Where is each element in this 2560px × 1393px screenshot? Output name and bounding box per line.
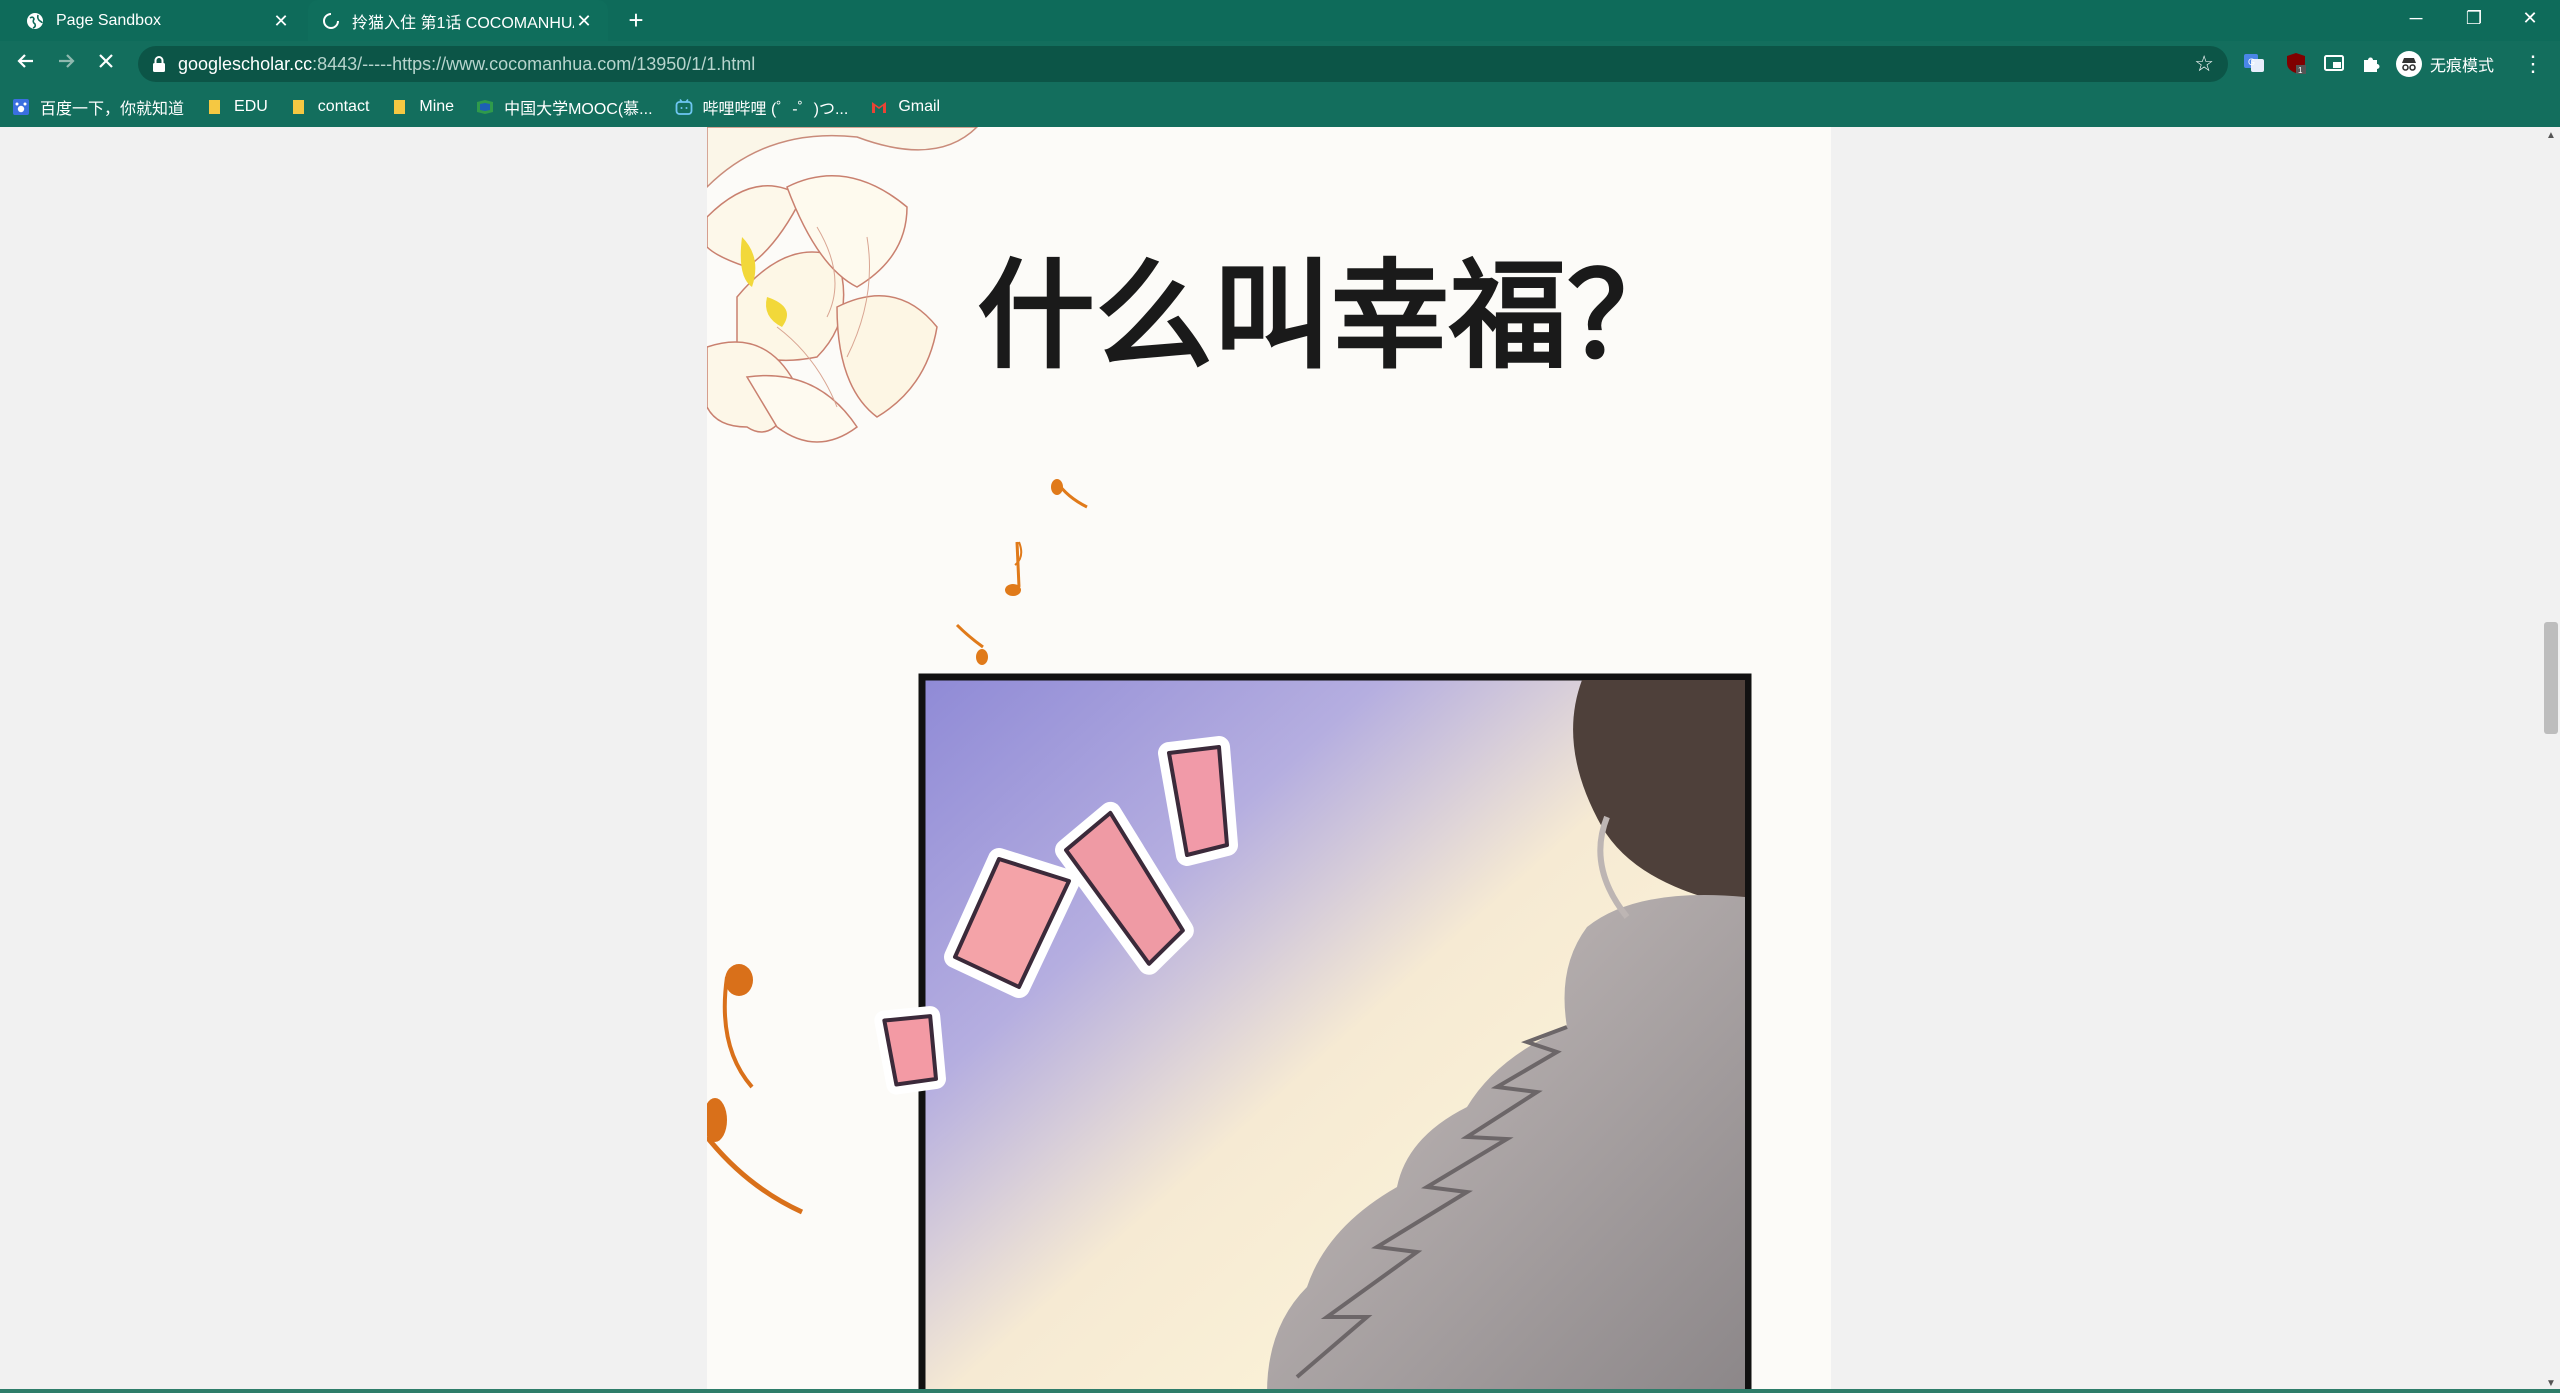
scroll-down-arrow-icon[interactable]: ▼ [2546, 1379, 2556, 1389]
bookmark-mine[interactable]: Mine [391, 98, 454, 116]
bookmark-bilibili[interactable]: 哔哩哔哩 (゜-゜)つ... [675, 95, 849, 119]
back-arrow-icon [17, 54, 33, 68]
comic-caption: 什么叫幸福？ [977, 247, 1685, 385]
folder-icon [292, 100, 304, 114]
translate-extension-icon[interactable]: G [2242, 51, 2266, 75]
browser-menu-button[interactable]: ⋮ [2522, 51, 2544, 77]
tab-title: Page Sandbox [56, 11, 161, 29]
folder-icon [209, 100, 221, 114]
svg-text:1: 1 [2298, 66, 2303, 75]
back-button[interactable] [12, 50, 40, 78]
close-tab-icon[interactable]: ✕ [574, 11, 594, 31]
bookmark-label: EDU [234, 98, 268, 115]
extensions-puzzle-icon[interactable] [2360, 51, 2384, 75]
toolbar: googlescholar.cc:8443/-----https://www.c… [0, 41, 2560, 87]
gmail-icon [872, 102, 887, 113]
bookmark-label: Mine [419, 98, 455, 115]
new-tab-button[interactable]: + [622, 6, 650, 34]
comic-page-image: 什么叫幸福？ [703, 127, 1752, 1393]
close-window-button[interactable]: ✕ [2502, 0, 2558, 41]
globe-icon [27, 12, 43, 29]
forward-button[interactable] [52, 50, 80, 78]
bookmark-mooc[interactable]: 中国大学MOOC(慕... [476, 95, 653, 119]
bookmark-label: Gmail [898, 98, 941, 115]
url-path: :8443/-----https://www.cocomanhua.com/13… [312, 54, 756, 74]
bookmark-label: contact [317, 98, 370, 115]
folder-icon [394, 100, 406, 114]
svg-text:G: G [2248, 57, 2255, 67]
incognito-icon [2396, 51, 2422, 77]
loading-spinner-icon [323, 12, 339, 29]
bookmark-label: 百度一下，你就知道 [40, 101, 185, 118]
scroll-up-arrow-icon[interactable]: ▲ [2546, 131, 2556, 141]
url-host: googlescholar.cc [178, 54, 313, 74]
media-router-icon[interactable] [2322, 51, 2346, 75]
url-text: googlescholar.cc:8443/-----https://www.c… [178, 46, 755, 82]
bookmark-baidu[interactable]: 百度一下，你就知道 [12, 95, 184, 119]
incognito-profile-button[interactable]: 无痕模式 [2396, 47, 2494, 81]
tab-title: 拎猫入住 第1话 COCOMANHUA [352, 14, 574, 32]
bookmark-star-icon[interactable]: ☆ [2194, 52, 2214, 76]
bookmark-label: 中国大学MOOC(慕... [504, 101, 653, 118]
minimize-button[interactable]: ─ [2388, 0, 2444, 41]
baidu-icon [13, 99, 29, 115]
bookmark-gmail[interactable]: Gmail [870, 98, 940, 116]
bookmarks-bar: 百度一下，你就知道 EDU contact Mine 中国大学MOOC(慕...… [0, 87, 2560, 127]
restore-button[interactable]: ❐ [2446, 0, 2502, 41]
window-bottom-edge [0, 1389, 2560, 1393]
ublock-extension-icon[interactable]: 1 [2284, 51, 2308, 75]
bookmark-edu[interactable]: EDU [206, 98, 268, 116]
address-bar[interactable]: googlescholar.cc:8443/-----https://www.c… [138, 46, 2228, 82]
flower-illustration [706, 127, 979, 443]
mooc-icon [477, 100, 494, 114]
profile-label: 无痕模式 [2430, 58, 2495, 75]
bilibili-icon [675, 99, 692, 115]
stop-icon [99, 54, 113, 68]
comic-page: 什么叫幸福？ [703, 127, 1831, 1393]
close-tab-icon[interactable]: ✕ [271, 11, 291, 31]
lock-icon [153, 56, 165, 72]
page-scrollbar[interactable]: ▲ ▼ [2542, 127, 2560, 1393]
bookmark-label: 哔哩哔哩 (゜-゜)つ... [702, 101, 849, 118]
scroll-thumb[interactable] [2544, 622, 2558, 734]
forward-arrow-icon [59, 54, 75, 68]
tab-comic[interactable]: 拎猫入住 第1话 COCOMANHUA ✕ [308, 0, 608, 41]
stop-loading-button[interactable] [92, 50, 120, 78]
comic-panel [874, 673, 1752, 1393]
bookmark-contact[interactable]: contact [290, 98, 370, 116]
tab-page-sandbox[interactable]: Page Sandbox ✕ [12, 0, 305, 41]
page-viewport: 什么叫幸福？ [0, 127, 2542, 1393]
tab-strip: Page Sandbox ✕ 拎猫入住 第1话 COCOMANHUA ✕ + ─… [0, 0, 2560, 41]
